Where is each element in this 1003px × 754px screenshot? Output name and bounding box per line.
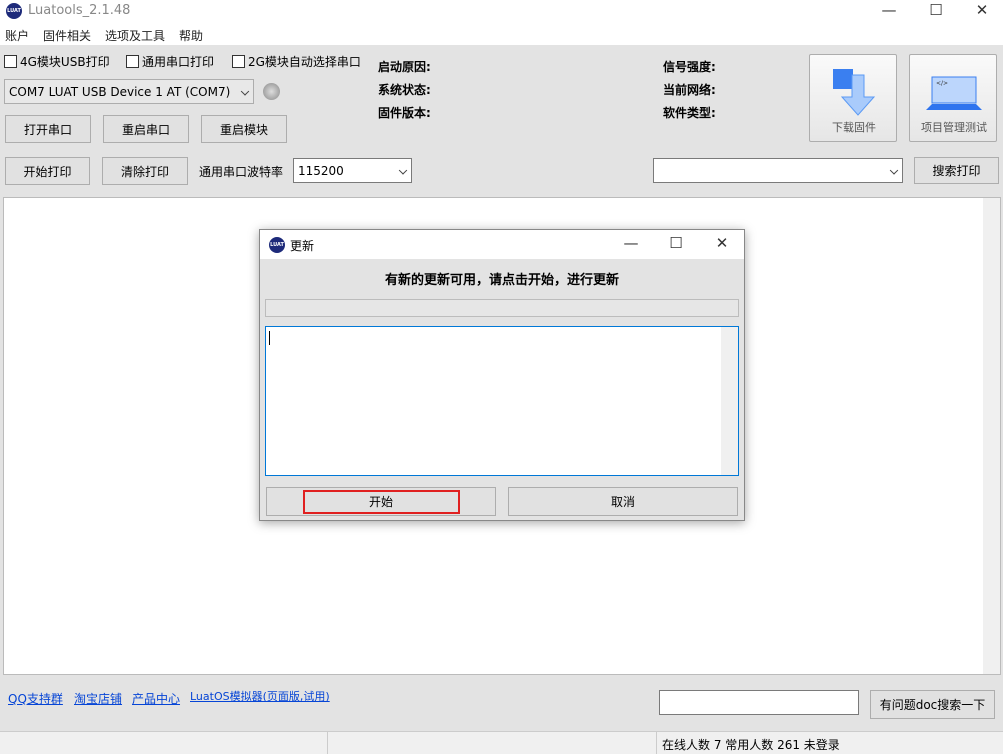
software-type-label: 软件类型:	[663, 106, 716, 120]
close-button[interactable]: ✕	[959, 0, 1003, 22]
highlight-box	[303, 490, 460, 514]
doc-search-button[interactable]: 有问题doc搜索一下	[870, 690, 995, 719]
textarea-scrollbar[interactable]	[721, 327, 738, 475]
link-taobao-shop[interactable]: 淘宝店铺	[74, 690, 122, 707]
update-log-textarea[interactable]	[265, 326, 739, 476]
checkbox-serial-print[interactable]: 通用串口打印	[126, 53, 214, 70]
dialog-maximize-button[interactable]: ☐	[653, 233, 699, 255]
checkbox-label: 4G模块USB打印	[20, 55, 110, 69]
title-bar: LUAT Luatools_2.1.48 — ☐ ✕	[0, 0, 1003, 23]
system-status-label: 系统状态:	[378, 83, 431, 97]
status-bar: 在线人数 7 常用人数 261 未登录	[0, 731, 1003, 754]
checkbox-box[interactable]	[4, 55, 17, 68]
baud-value: 115200	[298, 163, 344, 178]
cancel-update-button[interactable]: 取消	[508, 487, 738, 516]
firmware-version-label: 固件版本:	[378, 106, 431, 120]
link-luatos-simulator[interactable]: LuatOS模拟器(页面版,试用)	[190, 688, 330, 704]
chevron-down-icon	[240, 86, 250, 96]
maximize-button[interactable]: ☐	[913, 0, 959, 22]
chevron-down-icon	[398, 165, 408, 175]
port-select-value: COM7 LUAT USB Device 1 AT (COM7)	[9, 84, 231, 99]
link-qq-group[interactable]: QQ支持群	[8, 690, 63, 707]
open-port-button[interactable]: 打开串口	[5, 115, 91, 143]
menu-help[interactable]: 帮助	[179, 27, 203, 44]
dialog-close-button[interactable]: ✕	[699, 233, 745, 255]
window-title: Luatools_2.1.48	[28, 3, 131, 18]
app-logo-icon: LUAT	[6, 3, 22, 19]
chevron-down-icon	[889, 165, 899, 175]
dialog-title-bar: LUAT 更新 — ☐ ✕	[260, 230, 744, 259]
status-text: 在线人数 7 常用人数 261 未登录	[662, 738, 840, 752]
current-network-label: 当前网络:	[663, 83, 716, 97]
signal-strength-label: 信号强度:	[663, 60, 716, 74]
checkbox-2g-auto-port[interactable]: 2G模块自动选择串口	[232, 53, 361, 70]
download-firmware-label: 下载固件	[832, 121, 876, 134]
project-test-label: 项目管理测试	[921, 121, 987, 134]
status-divider	[327, 732, 328, 754]
start-print-button[interactable]: 开始打印	[5, 157, 90, 185]
menu-firmware[interactable]: 固件相关	[43, 27, 91, 44]
menu-account[interactable]: 账户	[5, 27, 29, 44]
svg-text:</>: </>	[936, 80, 948, 87]
dialog-minimize-button[interactable]: —	[608, 233, 654, 255]
status-divider	[656, 732, 657, 754]
dialog-title: 更新	[290, 239, 315, 253]
log-scrollbar[interactable]	[983, 198, 1000, 674]
app-logo-icon: LUAT	[269, 237, 285, 253]
update-message: 有新的更新可用，请点击开始，进行更新	[384, 273, 619, 288]
link-product-center[interactable]: 产品中心	[132, 690, 180, 707]
minimize-button[interactable]: —	[866, 0, 912, 22]
search-select[interactable]	[653, 158, 903, 183]
menu-bar: 账户 固件相关 选项及工具 帮助	[0, 23, 1003, 45]
download-firmware-button[interactable]: 下载固件	[809, 54, 897, 142]
menu-options-tools[interactable]: 选项及工具	[105, 27, 165, 44]
port-status-indicator-icon	[263, 83, 280, 100]
boot-reason-label: 启动原因:	[378, 60, 431, 74]
doc-search-input[interactable]	[659, 690, 859, 715]
baud-label: 通用串口波特率	[199, 165, 284, 179]
search-print-button[interactable]: 搜索打印	[914, 157, 999, 184]
text-cursor	[269, 331, 270, 345]
download-icon	[833, 69, 876, 116]
checkbox-4g-usb-print[interactable]: 4G模块USB打印	[4, 53, 110, 70]
update-dialog: LUAT 更新 — ☐ ✕ 有新的更新可用，请点击开始，进行更新 开始 取消	[259, 229, 745, 521]
checkbox-box[interactable]	[126, 55, 139, 68]
restart-module-button[interactable]: 重启模块	[201, 115, 287, 143]
project-test-button[interactable]: </> 项目管理测试	[909, 54, 997, 142]
checkbox-label: 通用串口打印	[142, 55, 215, 69]
baud-select[interactable]: 115200	[293, 158, 412, 183]
port-select[interactable]: COM7 LUAT USB Device 1 AT (COM7)	[4, 79, 254, 104]
update-progress-bar	[265, 299, 739, 317]
clear-print-button[interactable]: 清除打印	[102, 157, 188, 185]
checkbox-box[interactable]	[232, 55, 245, 68]
laptop-code-icon: </>	[926, 76, 982, 110]
restart-port-button[interactable]: 重启串口	[103, 115, 189, 143]
start-update-button[interactable]: 开始	[266, 487, 496, 516]
checkbox-label: 2G模块自动选择串口	[248, 55, 361, 69]
